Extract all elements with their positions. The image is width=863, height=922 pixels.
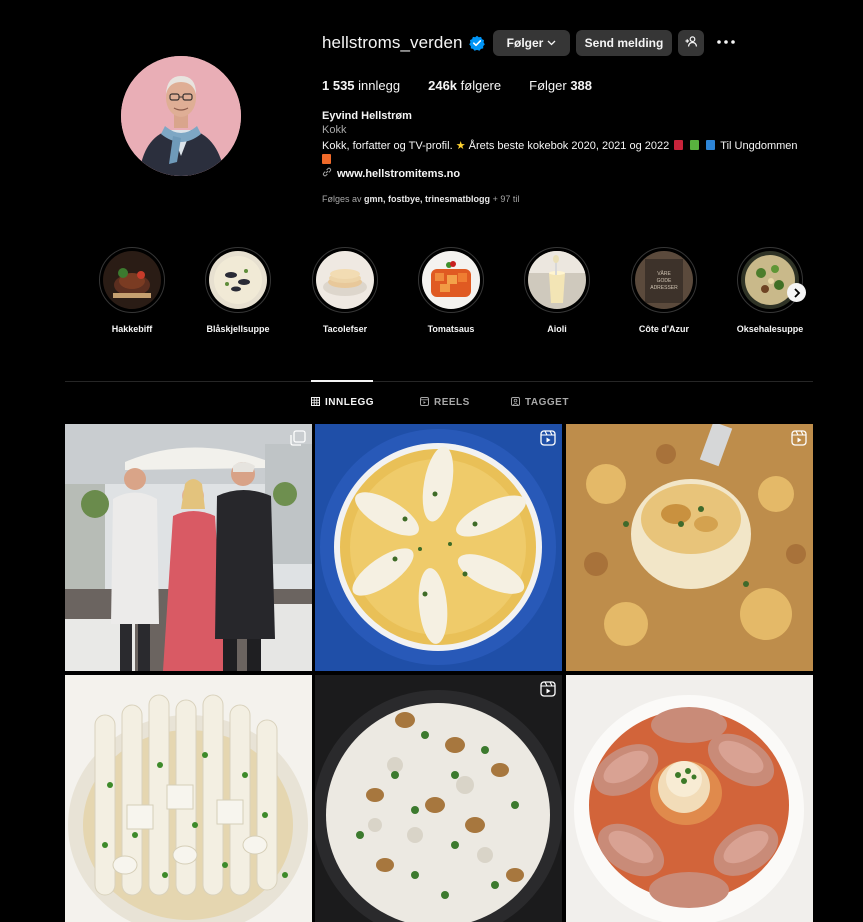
more-options-icon[interactable] [714,32,738,52]
followed-by[interactable]: Følges av gmn, fostbye, trinesmatblogg +… [322,194,519,204]
red-book-emoji-icon [674,140,684,150]
highlight-item[interactable]: VÅRE GODE ADRESSER Côte d'Azur [624,247,704,334]
highlight-label: Oksehalesuppe [736,324,804,334]
post-thumbnail[interactable] [65,424,312,671]
profile-avatar[interactable] [121,56,241,176]
highlight-label: Tacolefser [322,324,368,334]
following-button-label: Følger [506,36,544,50]
star-emoji-icon: ★ [455,140,466,152]
highlight-thumbnail [103,251,161,309]
send-message-button[interactable]: Send melding [576,30,672,56]
profile-category: Kokk [322,124,347,136]
story-highlights: Hakkebiff Blåskjellsuppe Tacolefser Toma… [97,247,817,342]
highlight-label: Tomatsaus [427,324,475,334]
website-url: www.hellstromitems.no [337,167,461,180]
profile-website-link[interactable]: www.hellstromitems.no [322,167,460,180]
highlight-item[interactable]: Blåskjellsuppe [198,247,278,334]
add-person-icon [685,36,698,50]
profile-username: hellstroms_verden [322,33,463,52]
profile-stats: 1 535 innlegg 246k følgere Følger 388 [322,78,620,93]
tab-posts[interactable]: INNLEGG [311,397,374,408]
chevron-right-icon[interactable] [787,283,806,302]
link-icon [322,167,332,180]
profile-full-name: Eyvind Hellstrøm [322,110,412,122]
highlight-label: Aioli [547,324,567,334]
posts-stat: 1 535 innlegg [322,78,401,93]
reel-icon [540,681,556,697]
profile-bio: Kokk, forfatter og TV-profil. ★ Årets be… [322,139,822,167]
carousel-icon [290,430,306,446]
highlight-label: Hakkebiff [111,324,153,334]
reel-icon [540,430,556,446]
following-dropdown-button[interactable]: Følger [493,30,570,56]
grid-icon [311,397,320,408]
reels-icon [420,397,429,408]
bio-tail: Til Ungdommen [720,140,798,152]
post-thumbnail[interactable] [315,424,562,671]
highlight-item[interactable]: Tacolefser [305,247,385,334]
orange-book-emoji-icon [322,154,331,164]
highlight-thumbnail [422,251,480,309]
highlight-item[interactable]: Hakkebiff [92,247,172,334]
highlight-label: Blåskjellsuppe [206,324,270,334]
active-tab-indicator [311,380,373,382]
bio-award: Årets beste kokebok 2020, 2021 og 2022 [468,140,670,152]
highlight-thumbnail [316,251,374,309]
blue-book-emoji-icon [706,140,716,150]
svg-text:ADRESSER: ADRESSER [650,285,678,291]
tab-reels[interactable]: REELS [420,397,470,408]
following-stat[interactable]: Følger 388 [529,78,592,93]
highlight-label: Côte d'Azur [638,324,690,334]
bio-text: Kokk, forfatter og TV-profil. [322,140,453,152]
highlight-thumbnail [209,251,267,309]
followers-stat[interactable]: 246k følgere [428,78,501,93]
svg-text:GODE: GODE [657,278,672,284]
highlight-thumbnail: VÅRE GODE ADRESSER [635,251,693,309]
green-book-emoji-icon [690,140,700,150]
svg-text:VÅRE: VÅRE [657,270,671,277]
verified-badge-icon [468,35,485,51]
highlight-item[interactable]: Aioli [517,247,597,334]
post-thumbnail[interactable] [315,675,562,922]
post-thumbnail[interactable] [566,675,813,922]
username-row: hellstroms_verden [322,30,485,56]
chevron-down-icon [547,38,556,48]
post-thumbnail[interactable] [566,424,813,671]
tagged-icon [511,397,520,408]
tab-tagged[interactable]: TAGGET [511,397,569,408]
highlight-thumbnail [528,251,586,309]
suggested-users-button[interactable] [678,30,704,56]
tab-divider [65,381,813,382]
reel-icon [791,430,807,446]
highlight-item[interactable]: Tomatsaus [411,247,491,334]
post-thumbnail[interactable] [65,675,312,922]
